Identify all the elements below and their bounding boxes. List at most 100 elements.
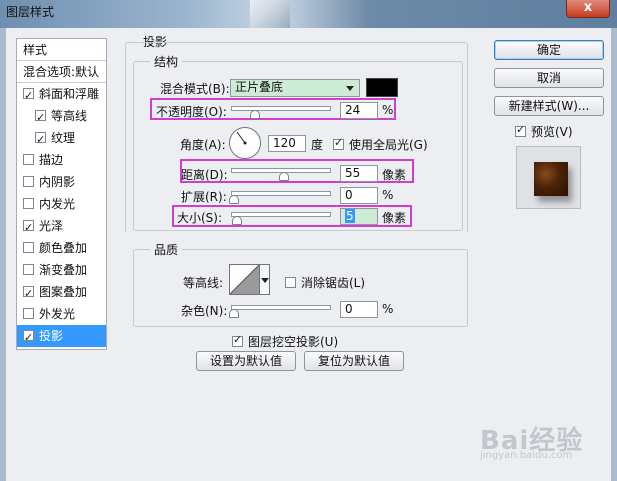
knockout-checkbox[interactable] xyxy=(232,333,243,347)
ok-button[interactable]: 确定 xyxy=(494,40,604,60)
distance-slider[interactable] xyxy=(231,168,331,181)
cancel-button[interactable]: 取消 xyxy=(494,68,604,88)
style-list-item[interactable]: 纹理 xyxy=(17,127,106,149)
reset-default-button[interactable]: 复位为默认值 xyxy=(304,351,404,371)
blend-color-swatch[interactable] xyxy=(366,78,398,97)
style-list-item[interactable]: 光泽 xyxy=(17,215,106,237)
preview-label: 预览(V) xyxy=(531,125,573,139)
close-button[interactable]: x xyxy=(566,0,610,18)
title-bar[interactable] xyxy=(0,0,617,28)
style-list-header[interactable]: 样式 xyxy=(17,39,106,61)
style-item-checkbox[interactable] xyxy=(23,242,34,253)
distance-label: 距离(D): xyxy=(181,168,228,182)
angle-dial[interactable] xyxy=(229,127,261,159)
knockout-label: 图层挖空投影(U) xyxy=(248,335,339,349)
contour-label: 等高线: xyxy=(183,276,224,290)
window-title: 图层样式 xyxy=(6,5,55,19)
global-light-toggle[interactable]: 使用全局光(G) xyxy=(333,136,428,153)
size-input-selected-text: 5 xyxy=(345,209,355,223)
style-item-checkbox[interactable] xyxy=(23,283,34,303)
title-bar-decoration xyxy=(250,0,290,28)
style-list-item[interactable]: 图案叠加 xyxy=(17,281,106,303)
spread-input[interactable]: 0 xyxy=(340,187,378,204)
style-list-item[interactable]: 内发光 xyxy=(17,193,106,215)
style-item-checkbox[interactable] xyxy=(23,217,34,237)
style-list-item[interactable]: 颜色叠加 xyxy=(17,237,106,259)
distance-input[interactable]: 55 xyxy=(340,165,378,182)
size-slider[interactable] xyxy=(231,212,331,225)
opacity-slider[interactable] xyxy=(231,106,331,119)
style-item-label: 纹理 xyxy=(51,131,76,145)
style-item-checkbox[interactable] xyxy=(35,107,46,127)
style-item-label: 外发光 xyxy=(39,307,76,321)
spread-label: 扩展(R): xyxy=(181,190,227,204)
style-list-item[interactable]: 描边 xyxy=(17,149,106,171)
style-list-item[interactable]: 斜面和浮雕 xyxy=(17,83,106,105)
style-list-item[interactable]: 内阴影 xyxy=(17,171,106,193)
opacity-slider-thumb[interactable] xyxy=(250,110,260,119)
preview-swatch xyxy=(534,162,568,196)
style-list-item[interactable]: 投影 xyxy=(17,325,106,347)
style-item-label: 渐变叠加 xyxy=(39,263,88,277)
preview-checkbox[interactable] xyxy=(515,123,526,137)
distance-unit: 像素 xyxy=(382,168,407,182)
style-list-item[interactable]: 外发光 xyxy=(17,303,106,325)
opacity-unit: % xyxy=(382,103,394,117)
global-light-checkbox[interactable] xyxy=(333,136,344,150)
spread-unit: % xyxy=(382,188,394,202)
style-item-checkbox[interactable] xyxy=(23,308,34,319)
distance-slider-thumb[interactable] xyxy=(279,172,289,181)
style-list-item[interactable]: 渐变叠加 xyxy=(17,259,106,281)
size-slider-track xyxy=(231,212,331,217)
style-item-label: 内阴影 xyxy=(39,175,76,189)
style-item-checkbox[interactable] xyxy=(23,327,34,347)
knockout-toggle[interactable]: 图层挖空投影(U) xyxy=(232,333,338,350)
noise-input[interactable]: 0 xyxy=(340,301,378,318)
style-item-label: 描边 xyxy=(39,153,64,167)
style-item-label: 光泽 xyxy=(39,219,64,233)
contour-picker[interactable] xyxy=(229,264,260,295)
noise-slider-thumb[interactable] xyxy=(229,309,239,318)
angle-input[interactable]: 120 xyxy=(268,135,306,152)
noise-slider[interactable] xyxy=(229,305,331,318)
style-item-label: 图案叠加 xyxy=(39,285,88,299)
preview-thumbnail xyxy=(516,146,581,209)
chevron-down-icon xyxy=(261,278,269,283)
style-item-label: 斜面和浮雕 xyxy=(39,87,100,101)
style-list-item[interactable]: 等高线 xyxy=(17,105,106,127)
antialias-checkbox[interactable] xyxy=(285,277,296,288)
watermark-subtext: jingyan.baidu.com xyxy=(480,450,573,461)
preview-toggle[interactable]: 预览(V) xyxy=(515,123,573,140)
noise-label: 杂色(N): xyxy=(181,304,228,318)
blend-mode-label: 混合模式(B): xyxy=(160,82,230,96)
angle-indicator xyxy=(236,131,247,145)
contour-dropdown-button[interactable] xyxy=(260,264,270,295)
opacity-input[interactable]: 24 xyxy=(340,102,378,119)
style-item-checkbox[interactable] xyxy=(23,264,34,275)
antialias-toggle[interactable]: 消除锯齿(L) xyxy=(285,274,365,291)
blend-options-item[interactable]: 混合选项:默认 xyxy=(17,61,106,83)
blend-mode-select[interactable]: 正片叠底 xyxy=(230,79,360,97)
opacity-label: 不透明度(O): xyxy=(156,105,227,119)
style-item-checkbox[interactable] xyxy=(23,154,34,165)
style-item-label: 内发光 xyxy=(39,197,76,211)
global-light-label: 使用全局光(G) xyxy=(349,138,428,152)
antialias-label: 消除锯齿(L) xyxy=(301,276,366,290)
size-slider-thumb[interactable] xyxy=(232,216,242,225)
style-item-label: 等高线 xyxy=(51,109,88,123)
style-item-checkbox[interactable] xyxy=(23,176,34,187)
spread-slider-thumb[interactable] xyxy=(229,195,239,204)
new-style-button[interactable]: 新建样式(W)... xyxy=(494,96,604,116)
noise-slider-track xyxy=(231,305,331,310)
style-item-label: 颜色叠加 xyxy=(39,241,88,255)
angle-label: 角度(A): xyxy=(180,138,226,152)
spread-slider[interactable] xyxy=(229,191,331,204)
style-item-checkbox[interactable] xyxy=(35,129,46,149)
noise-unit: % xyxy=(382,302,394,316)
style-item-checkbox[interactable] xyxy=(23,198,34,209)
opacity-slider-track xyxy=(231,106,331,111)
style-list: 样式 混合选项:默认 斜面和浮雕等高线纹理描边内阴影内发光光泽颜色叠加渐变叠加图… xyxy=(16,38,107,350)
style-item-checkbox[interactable] xyxy=(23,85,34,105)
make-default-button[interactable]: 设置为默认值 xyxy=(196,351,296,371)
size-input[interactable]: 5 xyxy=(340,208,378,225)
